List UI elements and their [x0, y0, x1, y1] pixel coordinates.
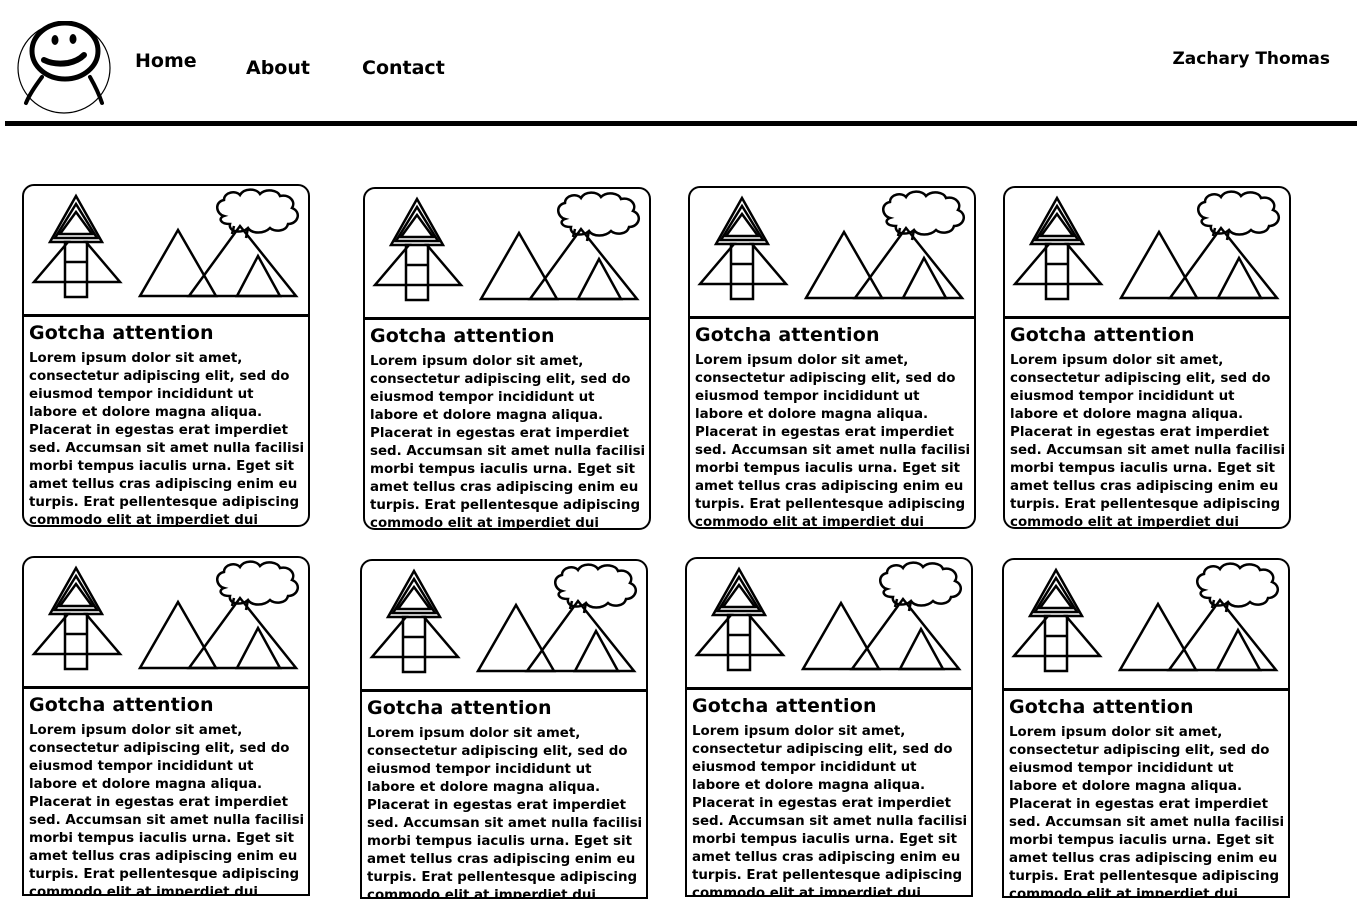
card-title: Gotcha attention — [695, 324, 880, 346]
tree-mountains-cloud-image — [1005, 188, 1289, 319]
tree-mountains-cloud-image — [1004, 560, 1288, 691]
card-title: Gotcha attention — [1009, 696, 1194, 718]
content-card[interactable]: Gotcha attention Lorem ipsum dolor sit a… — [1002, 558, 1290, 898]
card-title: Gotcha attention — [370, 325, 555, 347]
tree-mountains-cloud-image — [362, 561, 646, 692]
tree-mountains-cloud-image — [24, 558, 308, 689]
content-card[interactable]: Gotcha attention Lorem ipsum dolor sit a… — [363, 187, 651, 530]
card-title: Gotcha attention — [367, 697, 552, 719]
card-text: Lorem ipsum dolor sit amet, consectetur … — [370, 354, 646, 530]
nav-about-link[interactable]: About — [246, 57, 310, 79]
tree-mountains-cloud-image — [24, 186, 308, 317]
nav-contact-link[interactable]: Contact — [362, 57, 445, 79]
content-card[interactable]: Gotcha attention Lorem ipsum dolor sit a… — [688, 186, 976, 529]
user-name[interactable]: Zachary Thomas — [1172, 49, 1330, 69]
tree-mountains-cloud-image — [687, 559, 971, 690]
card-text: Lorem ipsum dolor sit amet, consectetur … — [692, 724, 968, 897]
content-card[interactable]: Gotcha attention Lorem ipsum dolor sit a… — [360, 559, 648, 899]
card-text: Lorem ipsum dolor sit amet, consectetur … — [1009, 725, 1285, 898]
tree-mountains-cloud-image — [365, 189, 649, 320]
card-text: Lorem ipsum dolor sit amet, consectetur … — [695, 353, 971, 529]
card-title: Gotcha attention — [29, 322, 214, 344]
card-title: Gotcha attention — [692, 695, 877, 717]
card-title: Gotcha attention — [29, 694, 214, 716]
content-card[interactable]: Gotcha attention Lorem ipsum dolor sit a… — [1003, 186, 1291, 529]
card-text: Lorem ipsum dolor sit amet, consectetur … — [29, 351, 305, 527]
content-card[interactable]: Gotcha attention Lorem ipsum dolor sit a… — [685, 557, 973, 897]
tree-mountains-cloud-image — [690, 188, 974, 319]
card-text: Lorem ipsum dolor sit amet, consectetur … — [29, 723, 305, 896]
card-text: Lorem ipsum dolor sit amet, consectetur … — [367, 726, 643, 899]
card-text: Lorem ipsum dolor sit amet, consectetur … — [1010, 353, 1286, 529]
nav-home-link[interactable]: Home — [135, 50, 197, 72]
smiley-face-logo-icon[interactable] — [16, 20, 112, 115]
header-divider — [5, 121, 1357, 126]
content-card[interactable]: Gotcha attention Lorem ipsum dolor sit a… — [22, 184, 310, 527]
site-header: Home About Contact Zachary Thomas — [0, 0, 1357, 128]
content-card[interactable]: Gotcha attention Lorem ipsum dolor sit a… — [22, 556, 310, 896]
card-title: Gotcha attention — [1010, 324, 1195, 346]
